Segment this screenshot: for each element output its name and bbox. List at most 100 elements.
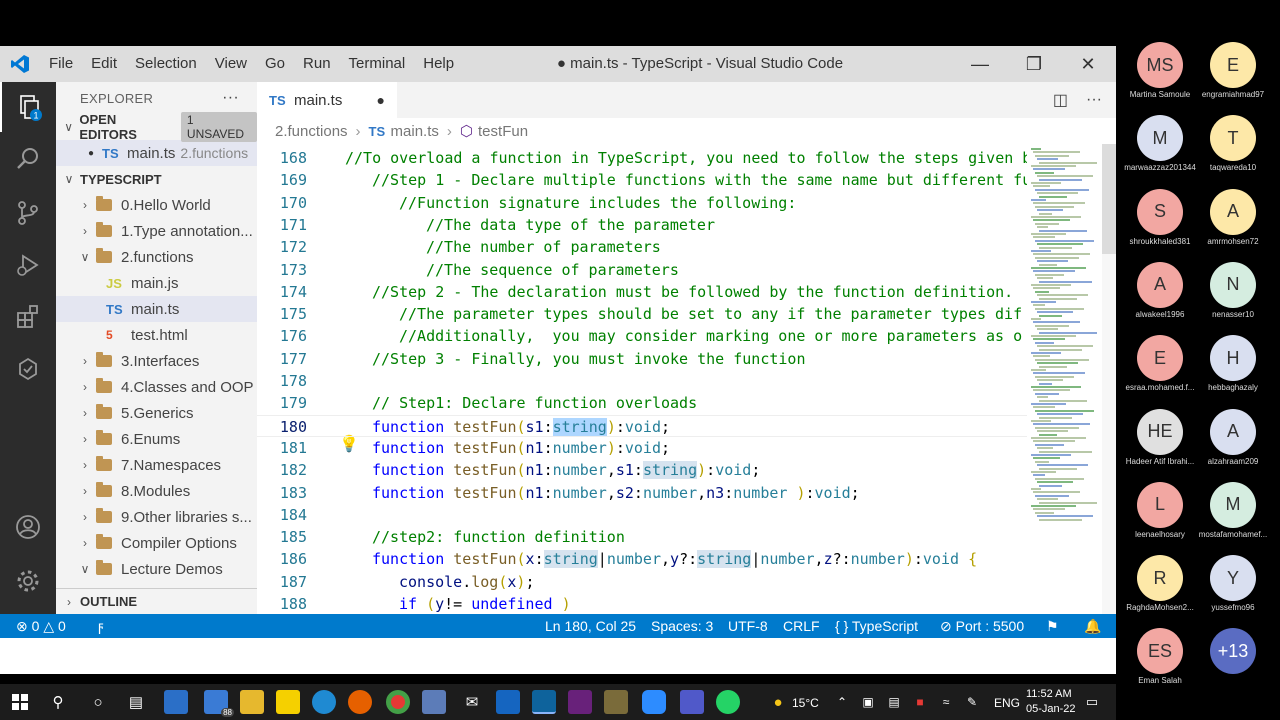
language-mode[interactable]: { } TypeScript — [835, 614, 918, 638]
indentation[interactable]: Spaces: 3 — [651, 614, 713, 638]
mail-icon[interactable]: 88 — [204, 690, 234, 717]
menu-go[interactable]: Go — [256, 46, 294, 82]
encoding[interactable]: UTF-8 — [728, 614, 768, 638]
zoom-icon[interactable] — [642, 690, 666, 714]
participant-tile[interactable]: Ttaqwareda10 — [1193, 115, 1273, 172]
participant-tile[interactable]: +13 — [1193, 628, 1273, 676]
tree-folder[interactable]: › Compiler Options — [56, 530, 257, 556]
unsaved-dot-icon[interactable]: ● — [377, 92, 385, 108]
tree-file[interactable]: TS main.ts — [56, 296, 257, 322]
code-line[interactable]: 186 function testFun(x:string|number,y?:s… — [257, 548, 1027, 570]
store-icon[interactable] — [164, 690, 188, 714]
tree-folder[interactable]: › 3.Interfaces — [56, 348, 257, 374]
source-control-icon[interactable] — [0, 188, 56, 238]
tree-folder[interactable]: › 0.Hello World — [56, 192, 257, 218]
whatsapp-icon[interactable] — [716, 690, 740, 714]
menu-edit[interactable]: Edit — [82, 46, 126, 82]
run-debug-icon[interactable] — [0, 240, 56, 290]
firefox-icon[interactable] — [348, 690, 372, 714]
visual-studio-icon[interactable] — [568, 690, 592, 714]
code-line[interactable]: 176 //Additionally, you may consider mark… — [257, 325, 1027, 347]
explorer-icon[interactable]: 1 — [0, 82, 56, 132]
participant-tile[interactable]: Nnenasser10 — [1193, 261, 1273, 319]
menu-selection[interactable]: Selection — [126, 46, 206, 82]
project-section[interactable]: ∨ TYPESCRIPT — [56, 166, 257, 192]
tree-folder[interactable]: › 8.Modules — [56, 478, 257, 504]
chat-icon[interactable]: ✉ — [460, 690, 484, 714]
tree-folder[interactable]: ∨ Lecture Demos — [56, 556, 257, 582]
tree-file[interactable]: JS main.js — [56, 270, 257, 296]
tree-folder[interactable]: › 7.Namespaces — [56, 452, 257, 478]
code-line[interactable]: 175 //The parameter types should be set t… — [257, 303, 1027, 325]
testing-icon[interactable] — [0, 344, 56, 394]
tree-folder[interactable]: ∨ 2.functions — [56, 244, 257, 270]
clock-date[interactable]: 05-Jan-22 — [1026, 703, 1076, 715]
code-line[interactable]: 171 //The data type of the parameter — [257, 214, 1027, 236]
code-line[interactable]: 172 //The number of parameters — [257, 236, 1027, 258]
search-icon[interactable]: ⚲ — [46, 690, 70, 714]
menu-help[interactable]: Help — [414, 46, 463, 82]
app-icon[interactable] — [604, 690, 628, 714]
search-icon[interactable] — [0, 134, 56, 184]
participant-tile[interactable]: Hhebbaghazaly — [1193, 335, 1273, 392]
code-line[interactable]: 178 — [257, 370, 1027, 392]
participant-tile[interactable]: Aalwakeel1996 — [1120, 261, 1200, 319]
open-editors-section[interactable]: ∨ OPEN EDITORS 1 UNSAVED — [56, 112, 257, 142]
tray-app-icon[interactable]: ■ — [908, 690, 932, 714]
code-line[interactable]: 174 //Step 2 - The declaration must be fo… — [257, 281, 1027, 303]
outline-section[interactable]: › OUTLINE — [56, 588, 257, 614]
notifications-bell-icon[interactable]: 🔔 — [1084, 614, 1101, 638]
tab-main-ts[interactable]: TS main.ts ● — [257, 82, 397, 118]
breadcrumb-folder[interactable]: 2.functions — [275, 123, 348, 140]
feedback-icon[interactable]: ⚑ — [1046, 614, 1059, 638]
code-line[interactable]: 179 // Step1: Declare function overloads — [257, 392, 1027, 414]
participant-tile[interactable]: HE Hadeer Atif Ibrahi... — [1120, 408, 1200, 466]
problems-indicator[interactable]: ⊗ 0 △ 0 — [16, 614, 66, 638]
chrome-icon[interactable] — [386, 690, 410, 714]
participant-tile[interactable]: Aamrmohsen72 — [1193, 188, 1273, 246]
tree-folder[interactable]: › 1.Type annotation... — [56, 218, 257, 244]
code-line[interactable]: 188 if (y!= undefined ) — [257, 593, 1027, 614]
tree-folder[interactable]: › 9.Other libraries s... — [56, 504, 257, 530]
input-language[interactable]: ENG — [994, 696, 1020, 710]
split-editor-icon[interactable]: ◫ — [1053, 90, 1068, 110]
teams-icon[interactable] — [680, 690, 704, 714]
wifi-icon[interactable]: ≈ — [934, 690, 958, 714]
extensions-icon[interactable] — [0, 292, 56, 342]
participant-tile[interactable]: Mmostafamohamef... — [1193, 481, 1273, 539]
edge-icon[interactable] — [312, 690, 336, 714]
tree-folder[interactable]: › 4.Classes and OOP — [56, 374, 257, 400]
live-share-icon[interactable]: ϝ — [98, 614, 104, 638]
code-line[interactable]: 185 //step2: function definition — [257, 526, 1027, 548]
sticky-notes-icon[interactable] — [276, 690, 300, 714]
more-actions-icon[interactable]: ··· — [1086, 91, 1102, 109]
tray-app-icon[interactable]: ▣ — [856, 690, 880, 714]
menu-view[interactable]: View — [206, 46, 256, 82]
settings-gear-icon[interactable] — [0, 556, 56, 606]
code-line[interactable]: 182 function testFun(n1:number,s1:string)… — [257, 459, 1027, 481]
weather-temp[interactable]: 15°C — [792, 696, 819, 710]
tree-folder[interactable]: › 6.Enums — [56, 426, 257, 452]
participant-tile[interactable]: Eengramiahmad97 — [1193, 42, 1273, 99]
participant-tile[interactable]: MS Martina Samoule — [1120, 42, 1200, 99]
open-editor-item[interactable]: ● TS main.ts 2.functions — [56, 140, 257, 166]
photos-icon[interactable] — [496, 690, 520, 714]
restore-icon[interactable]: ❐ — [1007, 46, 1061, 82]
minimize-icon[interactable]: — — [953, 46, 1007, 82]
breadcrumb-symbol[interactable]: testFun — [478, 123, 528, 140]
code-line[interactable]: 184 — [257, 504, 1027, 526]
code-line[interactable]: 180 function testFun(s1:string):void; — [257, 414, 1027, 437]
cortana-icon[interactable]: ○ — [86, 690, 110, 714]
close-icon[interactable]: ✕ — [1061, 46, 1115, 82]
more-actions-icon[interactable]: ··· — [222, 89, 239, 107]
weather-icon[interactable]: ● — [766, 690, 790, 714]
vertical-scrollbar[interactable] — [1102, 144, 1116, 614]
participant-tile[interactable]: Aalzahraam209 — [1193, 408, 1273, 466]
tray-app-icon[interactable]: ▤ — [882, 690, 906, 714]
menu-run[interactable]: Run — [294, 46, 340, 82]
code-line[interactable]: 169 //Step 1 - Declare multiple functions… — [257, 169, 1027, 191]
participant-tile[interactable]: Sshroukkhaled381 — [1120, 188, 1200, 246]
participant-tile[interactable]: Mmarwaazzaz201344 — [1120, 115, 1200, 172]
vscode-taskbar-icon[interactable] — [532, 690, 556, 714]
tree-file[interactable]: 5 test.html — [56, 322, 257, 348]
